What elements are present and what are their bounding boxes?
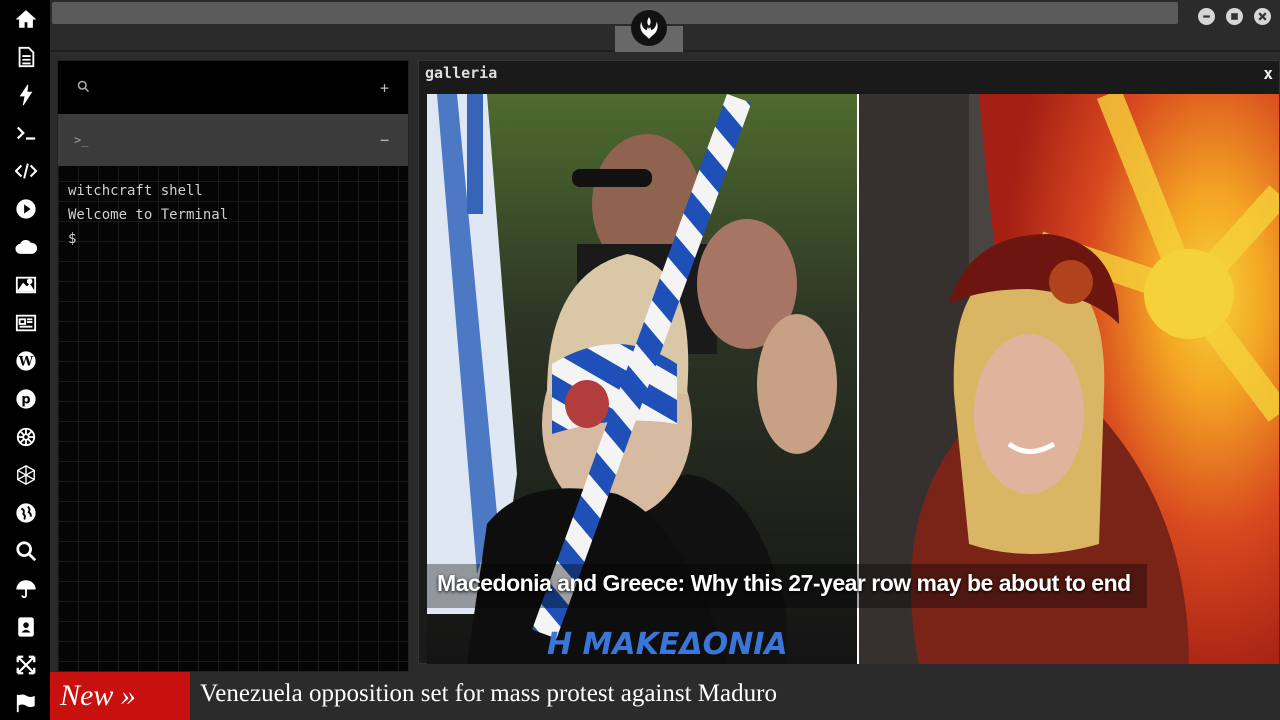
ticker-headline[interactable]: Venezuela opposition set for mass protes… (200, 680, 777, 708)
bolt-icon[interactable] (13, 82, 39, 108)
maximize-button[interactable] (1226, 8, 1243, 25)
close-window-button[interactable] (1254, 8, 1271, 25)
flag-icon[interactable] (13, 690, 39, 716)
svg-text:p: p (21, 393, 30, 408)
code-icon[interactable] (13, 158, 39, 184)
rebel-alliance-logo (631, 10, 667, 46)
minimize-button[interactable] (1198, 8, 1215, 25)
settings-wheel-icon[interactable] (13, 424, 39, 450)
terminal-line: Welcome to Terminal (68, 207, 229, 223)
terminal-prompt: $ (68, 231, 77, 247)
pinterest-icon[interactable]: p (13, 386, 39, 412)
svg-text:W: W (18, 355, 34, 370)
network-icon[interactable] (13, 462, 39, 488)
address-bar[interactable] (52, 2, 1178, 24)
terminal-search-bar[interactable]: + (58, 61, 408, 114)
umbrella-icon[interactable] (13, 576, 39, 602)
ticker-badge: New » (50, 672, 190, 720)
expand-icon[interactable] (13, 652, 39, 678)
terminal-line: witchcraft shell (68, 183, 203, 199)
news-ticker: New » Venezuela opposition set for mass … (50, 672, 1280, 720)
search-icon[interactable] (13, 538, 39, 564)
play-icon[interactable] (13, 196, 39, 222)
contacts-icon[interactable] (13, 614, 39, 640)
gallery-title: galleria (425, 64, 498, 82)
top-bar (50, 0, 1280, 52)
add-terminal-button[interactable]: + (380, 79, 389, 97)
terminal-icon[interactable] (13, 120, 39, 146)
gallery-caption[interactable]: Macedonia and Greece: Why this 27-year r… (437, 570, 1131, 597)
gallery-news-image[interactable]: Η ΜΑΚΕΔΟΝΙΑ Macedonia and Greece: Why th… (427, 94, 1279, 664)
greek-banner-text: Η ΜΑΚΕΔΟΝΙΑ (547, 627, 788, 662)
terminal-prompt-icon: >_ (74, 133, 89, 147)
home-icon[interactable] (13, 6, 39, 32)
ticker-badge-label: New » (60, 679, 136, 712)
wordpress-icon[interactable]: W (13, 348, 39, 374)
collapse-terminal-button[interactable]: − (380, 131, 389, 149)
gallery-panel: galleria x Η ΜΑΚΕΔΟΝΙΑ Macedonia and Gre… (418, 60, 1280, 664)
app-sidebar: W p (0, 0, 50, 720)
terminal-panel: + >_ − witchcraft shell Welcome to Termi… (57, 60, 409, 672)
newspaper-icon[interactable] (13, 310, 39, 336)
gallery-close-button[interactable]: x (1263, 64, 1273, 83)
terminal-output[interactable]: witchcraft shell Welcome to Terminal $ (68, 179, 228, 251)
cloud-icon[interactable] (13, 234, 39, 260)
document-icon[interactable] (13, 44, 39, 70)
search-icon[interactable] (76, 79, 91, 98)
image-icon[interactable] (13, 272, 39, 298)
globe-icon[interactable] (13, 500, 39, 526)
terminal-tab[interactable]: >_ − (58, 114, 408, 166)
